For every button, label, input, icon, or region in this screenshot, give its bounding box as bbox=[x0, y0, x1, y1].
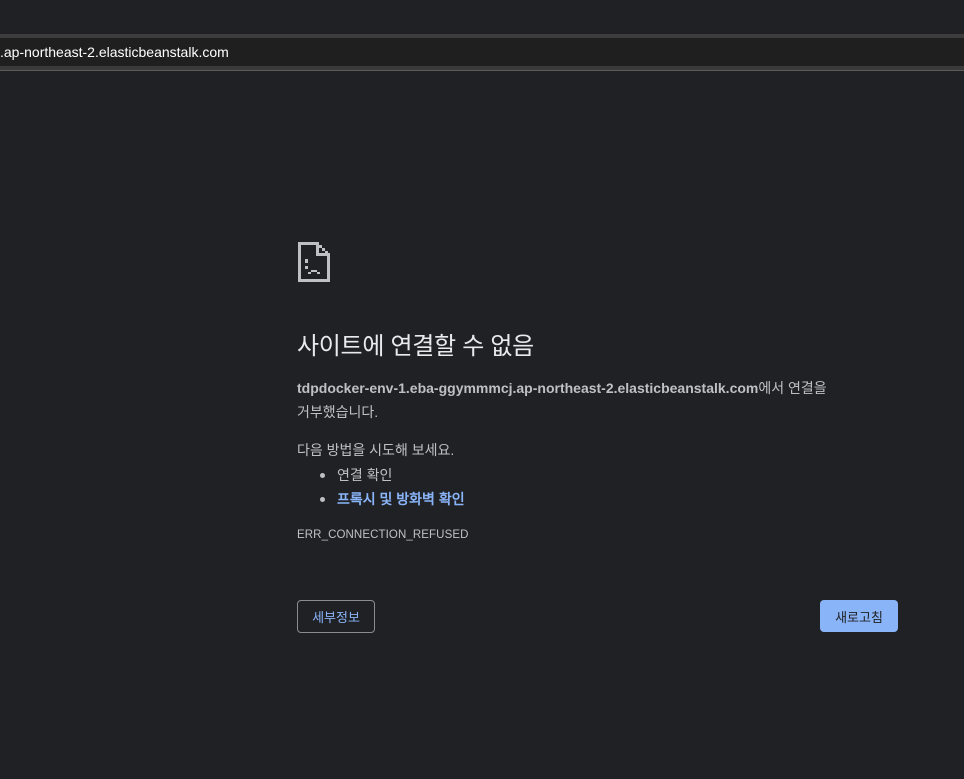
address-bar-url: .ap-northeast-2.elasticbeanstalk.com bbox=[0, 44, 229, 60]
suggestions-list: 연결 확인 프록시 및 방화벽 확인 bbox=[297, 463, 465, 511]
description-line-2: 거부했습니다. bbox=[297, 404, 379, 420]
address-bar[interactable]: .ap-northeast-2.elasticbeanstalk.com bbox=[0, 38, 964, 66]
suggestion-check-connection: 연결 확인 bbox=[297, 463, 465, 487]
host-name: tdpdocker-env-1.eba-ggymmmcj.ap-northeas… bbox=[297, 380, 759, 396]
suggestion-link-label[interactable]: 프록시 및 방화벽 확인 bbox=[337, 491, 465, 507]
bullet-icon bbox=[320, 473, 325, 478]
page-title: 사이트에 연결할 수 없음 bbox=[297, 333, 534, 360]
bullet-icon bbox=[320, 497, 325, 502]
error-description: tdpdocker-env-1.eba-ggymmmcj.ap-northeas… bbox=[297, 376, 907, 424]
sad-page-icon bbox=[298, 242, 330, 282]
details-button[interactable]: 세부정보 bbox=[297, 600, 375, 633]
browser-tab-strip bbox=[0, 0, 964, 34]
description-suffix: 에서 연결을 bbox=[758, 380, 827, 396]
error-code: ERR_CONNECTION_REFUSED bbox=[297, 529, 469, 541]
suggestion-check-proxy-firewall[interactable]: 프록시 및 방화벽 확인 bbox=[297, 487, 465, 511]
reload-button[interactable]: 새로고침 bbox=[820, 600, 898, 632]
suggestions-heading: 다음 방법을 시도해 보세요. bbox=[297, 442, 455, 458]
suggestion-label: 연결 확인 bbox=[337, 467, 393, 483]
content-divider bbox=[0, 70, 964, 71]
